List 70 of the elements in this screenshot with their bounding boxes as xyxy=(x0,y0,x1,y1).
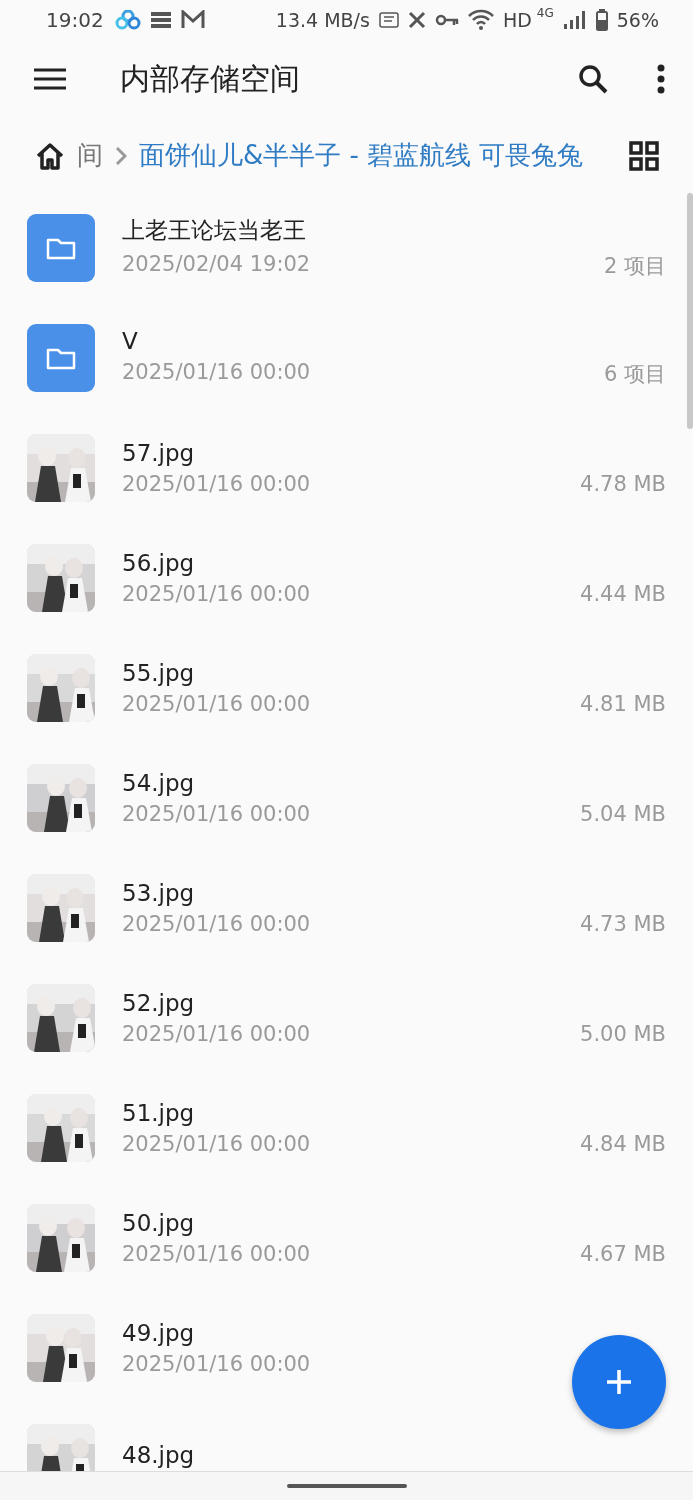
menu-icon xyxy=(34,68,66,91)
gesture-handle[interactable] xyxy=(286,1484,407,1488)
file-size: 5.04 MB xyxy=(580,801,666,826)
file-size: 4.73 MB xyxy=(580,911,666,936)
file-name: 49.jpg xyxy=(122,1319,196,1346)
more-icon xyxy=(657,64,665,95)
file-date: 2025/01/16 00:00 xyxy=(122,1021,311,1046)
file-size: 4.78 MB xyxy=(580,471,666,496)
cloud-icon xyxy=(114,9,141,30)
battery-icon xyxy=(595,8,608,31)
file-name: 51.jpg xyxy=(122,1099,196,1126)
file-date: 2025/01/16 00:00 xyxy=(122,1241,311,1266)
file-row[interactable]: 49.jpg 2025/01/16 00:00 xyxy=(0,1292,687,1403)
network-type: 4G xyxy=(536,6,554,20)
file-row[interactable]: 56.jpg 2025/01/16 00:00 4.44 MB xyxy=(0,522,687,633)
plus-icon xyxy=(606,1368,632,1395)
file-name: 55.jpg xyxy=(122,659,196,686)
file-size: 4.67 MB xyxy=(580,1241,666,1266)
home-icon[interactable] xyxy=(35,141,65,170)
file-name: 53.jpg xyxy=(122,879,196,906)
list-icon xyxy=(149,10,172,29)
file-row[interactable]: 52.jpg 2025/01/16 00:00 5.00 MB xyxy=(0,962,687,1073)
grid-view-icon[interactable] xyxy=(629,140,659,171)
file-date: 2025/01/16 00:00 xyxy=(122,1131,311,1156)
file-row[interactable]: 55.jpg 2025/01/16 00:00 4.81 MB xyxy=(0,632,687,743)
key-icon xyxy=(434,12,459,27)
file-size: 4.84 MB xyxy=(580,1131,666,1156)
file-name: 52.jpg xyxy=(122,989,196,1016)
x-icon xyxy=(407,10,426,29)
app-title: 内部存储空间 xyxy=(120,59,301,98)
file-date: 2025/01/16 00:00 xyxy=(122,471,311,496)
file-row[interactable]: 53.jpg 2025/01/16 00:00 4.73 MB xyxy=(0,852,687,963)
signal-icon xyxy=(562,9,587,30)
file-name: V xyxy=(122,327,139,354)
breadcrumb-item[interactable]: 面饼仙儿&半半子 - 碧蓝航线 可畏兔兔 xyxy=(139,138,584,174)
file-name: 48.jpg xyxy=(122,1441,196,1468)
search-icon xyxy=(577,63,609,96)
chevron-icon xyxy=(115,145,127,166)
file-row[interactable]: 上老王论坛当老王 2025/02/04 19:02 2 项目 xyxy=(0,192,687,303)
hd-indicator: HD xyxy=(502,8,532,31)
file-row[interactable]: 50.jpg 2025/01/16 00:00 4.67 MB xyxy=(0,1182,687,1293)
file-name: 56.jpg xyxy=(122,549,196,576)
file-name: 57.jpg xyxy=(122,439,196,466)
file-date: 2025/01/16 00:00 xyxy=(122,691,311,716)
file-name: 54.jpg xyxy=(122,769,196,796)
file-row[interactable]: 51.jpg 2025/01/16 00:00 4.84 MB xyxy=(0,1072,687,1183)
file-date: 2025/01/16 00:00 xyxy=(122,911,311,936)
file-size: 5.00 MB xyxy=(580,1021,666,1046)
file-date: 2025/02/04 19:02 xyxy=(122,252,311,279)
battery-level: 56% xyxy=(616,8,659,31)
file-size: 6 项目 xyxy=(603,360,666,388)
file-size: 2 项目 xyxy=(603,253,666,281)
file-name: 50.jpg xyxy=(122,1209,196,1236)
file-row[interactable]: 54.jpg 2025/01/16 00:00 5.04 MB xyxy=(0,742,687,853)
folder-icon xyxy=(27,323,95,392)
file-row[interactable]: 57.jpg 2025/01/16 00:00 4.78 MB xyxy=(0,412,687,523)
file-name: 上老王论坛当老王 xyxy=(122,216,307,246)
file-date: 2025/01/16 00:00 xyxy=(122,359,311,386)
file-size: 4.44 MB xyxy=(580,581,666,606)
status-time: 19:02 xyxy=(46,7,104,32)
network-speed: 13.4 MB/s xyxy=(275,8,370,31)
file-size: 4.81 MB xyxy=(580,691,666,716)
folder-icon xyxy=(27,213,95,282)
file-row[interactable]: V 2025/01/16 00:00 6 项目 xyxy=(0,302,687,413)
add-button[interactable] xyxy=(572,1334,666,1429)
file-date: 2025/01/16 00:00 xyxy=(122,1351,311,1376)
breadcrumb-item[interactable]: 间 xyxy=(77,138,103,174)
file-date: 2025/01/16 00:00 xyxy=(122,801,311,826)
file-date: 2025/01/16 00:00 xyxy=(122,581,311,606)
wifi-icon xyxy=(467,8,494,31)
